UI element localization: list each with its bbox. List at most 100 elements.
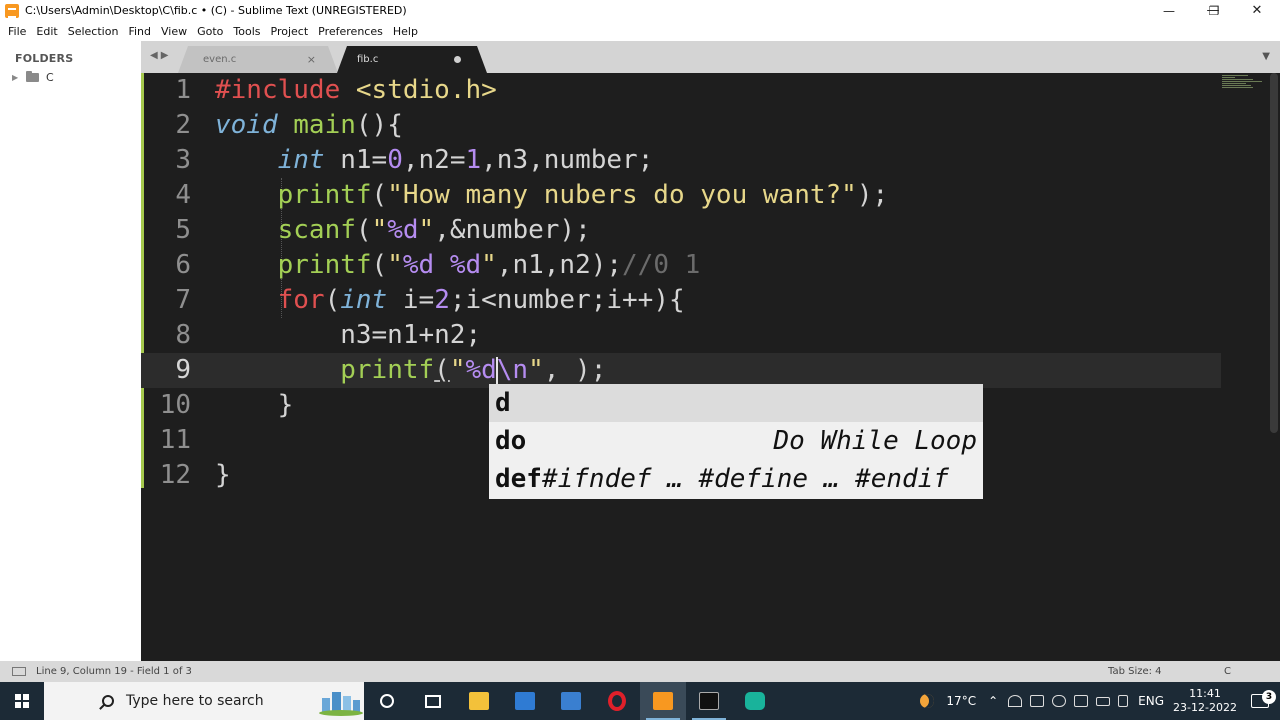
autocomplete-trigger: do [495,426,527,456]
title-bar: C:\Users\Admin\Desktop\C\fib.c • (C) - S… [0,0,1280,21]
expand-arrow-icon[interactable]: ▶ [12,73,26,82]
minimize-button[interactable]: — [1146,0,1192,21]
menu-help[interactable]: Help [388,25,423,38]
menu-file[interactable]: File [3,25,31,38]
terminal-icon [699,692,719,710]
code-text: } [215,460,231,490]
sublime-text-icon [653,692,673,710]
start-button[interactable] [0,682,44,720]
windows-logo-icon [15,694,29,708]
security-icon[interactable] [1074,695,1089,707]
menu-view[interactable]: View [156,25,192,38]
clock[interactable]: 11:41 23-12-2022 [1170,687,1240,715]
close-button[interactable]: ✕ [1234,0,1280,21]
notification-center-button[interactable]: 3 [1240,690,1280,708]
weather-temperature[interactable]: 17°C [946,694,976,708]
code-text: scanf("%d",&number); [277,215,591,245]
code-line[interactable]: 5 scanf("%d",&number); [141,213,1221,248]
panel-switcher-icon[interactable] [12,667,26,676]
menu-selection[interactable]: Selection [63,25,124,38]
mail-icon [515,692,535,710]
autocomplete-item[interactable]: d [489,384,983,422]
folders-header: FOLDERS [15,52,74,65]
code-text: printf("%d\n", ); [340,355,607,385]
weather-moon-icon[interactable] [920,694,935,708]
status-bar: Line 9, Column 19 - Field 1 of 3 Tab Siz… [0,661,1280,682]
search-highlight-illustration-icon [319,692,363,716]
close-tab-icon[interactable]: × [307,53,316,66]
code-line-current[interactable]: 9 printf("%d\n", ); [141,353,1221,388]
file-explorer-button[interactable] [456,682,502,720]
vertical-scrollbar[interactable] [1270,73,1278,433]
menu-project[interactable]: Project [266,25,314,38]
search-placeholder: Type here to search [126,693,264,709]
store-button[interactable] [548,682,594,720]
terminal-button[interactable] [686,682,732,720]
code-editor[interactable]: 1 #include <stdio.h> 2 void main(){ 3 in… [141,73,1280,661]
line-number: 8 [175,320,191,350]
tab-fib-c[interactable]: fib.c [337,46,487,73]
cloud-icon[interactable] [1052,695,1067,707]
taskbar: Type here to search 17°C ⌃ ENG 11:41 23-… [0,682,1280,720]
autocomplete-item[interactable]: do Do While Loop [489,422,983,460]
cortana-icon [380,694,394,708]
code-text: } [215,390,294,420]
code-text: n3=n1+n2; [215,320,482,350]
code-text: void main(){ [215,110,403,140]
sublime-text-button[interactable] [640,682,686,720]
snipping-tool-icon [745,692,765,710]
tab-label: even.c [203,54,237,65]
language-indicator[interactable]: ENG [1138,694,1164,708]
system-tray: 17°C ⌃ ENG 11:41 23-12-2022 3 [920,682,1280,720]
menu-edit[interactable]: Edit [31,25,62,38]
window-title: C:\Users\Admin\Desktop\C\fib.c • (C) - S… [25,4,407,17]
autocomplete-item[interactable]: def #ifndef … #define … #endif [489,460,983,498]
code-line[interactable]: 2 void main(){ [141,108,1221,143]
sidebar: FOLDERS ▶ C [0,41,141,661]
code-line[interactable]: 3 int n1=0,n2=1,n3,number; [141,143,1221,178]
tab-list-dropdown-icon[interactable]: ▼ [1262,51,1270,62]
task-view-button[interactable] [364,682,410,720]
meet-now-icon[interactable] [1030,695,1045,707]
volume-icon[interactable] [1118,695,1129,707]
store-icon [561,692,581,710]
tray-overflow-chevron-icon[interactable]: ⌃ [988,694,998,708]
minimap[interactable] [1222,75,1266,95]
file-explorer-icon [469,692,489,710]
maximize-button[interactable]: ❐ [1191,0,1237,21]
clock-date: 23-12-2022 [1173,701,1237,714]
code-line[interactable]: 6 printf("%d %d",n1,n2);//0 1 [141,248,1221,283]
menu-preferences[interactable]: Preferences [313,25,388,38]
battery-icon[interactable] [1096,696,1111,706]
opera-button[interactable] [594,682,640,720]
menu-goto[interactable]: Goto [192,25,228,38]
line-number: 9 [175,355,191,385]
autocomplete-description: #ifndef … #define … #endif [541,464,949,494]
code-line[interactable]: 1 #include <stdio.h> [141,73,1221,108]
autocomplete-description: Do While Loop [773,426,978,456]
mail-button[interactable] [502,682,548,720]
code-line[interactable]: 8 n3=n1+n2; [141,318,1221,353]
tab-size-indicator[interactable]: Tab Size: 4 [1108,666,1162,677]
folder-icon [26,71,39,82]
notification-badge: 3 [1262,690,1276,704]
tab-nav-arrows-icon[interactable]: ◀▶ [150,50,171,61]
code-line[interactable]: 4 printf("How many nubers do you want?")… [141,178,1221,213]
snipping-tool-button[interactable] [732,682,778,720]
sublime-text-app-icon [5,3,19,18]
line-number: 1 [175,75,191,105]
task-view-button-2[interactable] [410,682,456,720]
sidebar-item-c[interactable]: ▶ C [12,71,54,84]
sidebar-item-label: C [46,71,54,84]
syntax-indicator[interactable]: C [1224,666,1231,677]
network-icon[interactable] [1008,695,1023,707]
line-number: 3 [175,145,191,175]
line-number: 2 [175,110,191,140]
tab-even-c[interactable]: even.c × [178,46,338,73]
unsaved-dot-icon[interactable] [454,56,461,63]
code-line[interactable]: 7 for(int i=2;i<number;i++){ [141,283,1221,318]
menu-find[interactable]: Find [123,25,156,38]
line-number: 10 [159,390,191,420]
menu-tools[interactable]: Tools [228,25,265,38]
taskbar-search[interactable]: Type here to search [44,682,364,720]
